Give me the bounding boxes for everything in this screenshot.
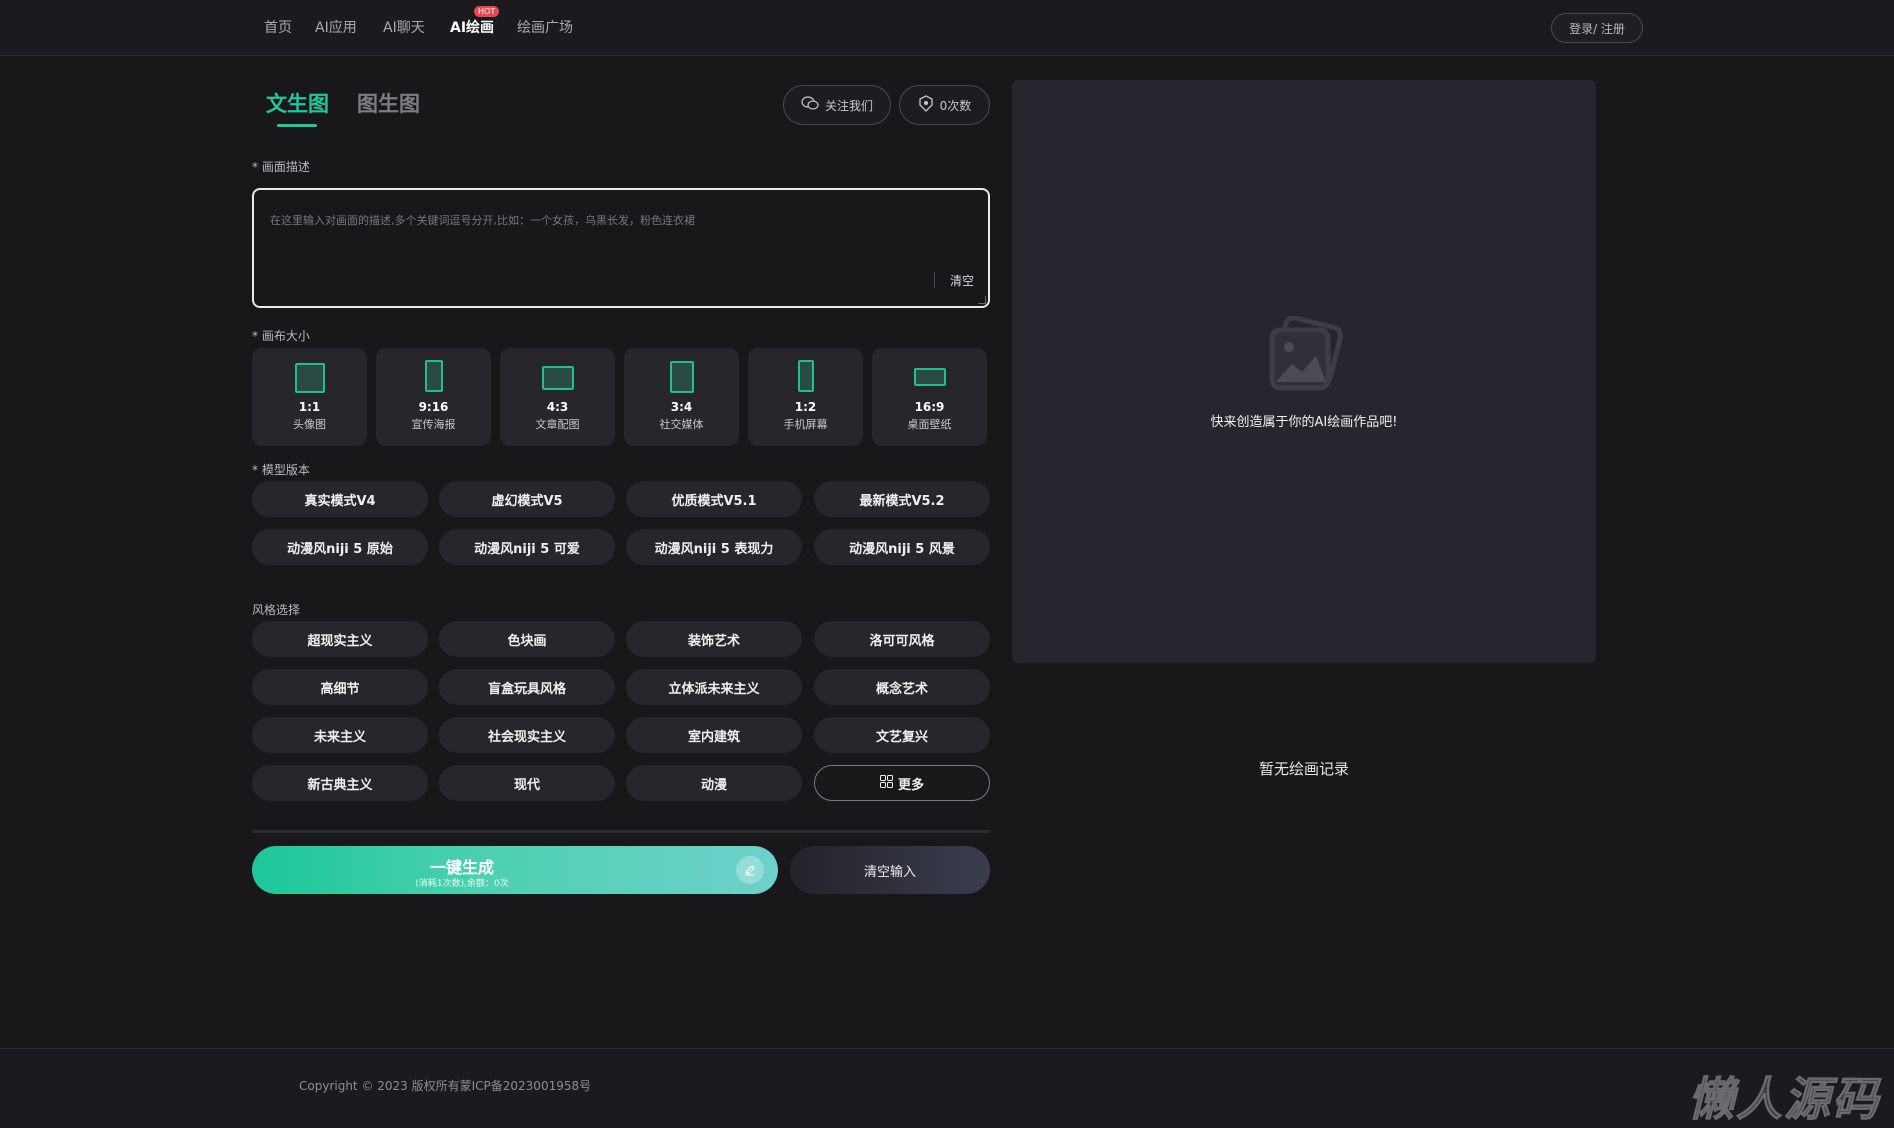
model-version-label: * 模型版本 — [252, 463, 310, 477]
clear-prompt-button[interactable]: 清空 — [950, 272, 974, 289]
grid-icon — [879, 774, 893, 792]
size-name: 手机屏幕 — [783, 418, 828, 431]
watermark-logo: 懒人源码 — [1688, 1072, 1880, 1127]
size-name: 桌面壁纸 — [907, 418, 952, 431]
size-ratio: 9:16 — [418, 400, 449, 414]
model-option[interactable]: 优质模式V5.1 — [626, 481, 802, 517]
size-ratio: 16:9 — [914, 400, 945, 414]
size-ratio: 3:4 — [670, 400, 693, 414]
no-record-text: 暂无绘画记录 — [1258, 760, 1349, 778]
canvas-size-label: * 画布大小 — [252, 329, 310, 343]
style-option[interactable]: 室内建筑 — [626, 717, 802, 753]
section-divider — [252, 830, 990, 833]
style-option[interactable]: 高细节 — [252, 669, 428, 705]
follow-us-button[interactable]: 关注我们 — [783, 85, 891, 125]
style-option[interactable]: 立体派未来主义 — [626, 669, 802, 705]
style-option[interactable]: 色块画 — [439, 621, 615, 657]
style-option[interactable]: 装饰艺术 — [626, 621, 802, 657]
copyright-text: Copyright © 2023 版权所有蒙ICP备2023001958号 — [299, 1079, 592, 1093]
nav-ai-apps[interactable]: AI应用 — [315, 17, 357, 37]
credits-button[interactable]: 0次数 — [899, 85, 990, 125]
credits-label: 0次数 — [939, 98, 972, 113]
size-name: 社交媒体 — [659, 418, 704, 431]
size-card-4-3[interactable]: 4:3 文章配图 — [500, 348, 615, 446]
tab-text-to-image[interactable]: 文生图 — [266, 88, 329, 118]
model-option[interactable]: 动漫风niji 5 风景 — [814, 529, 990, 565]
size-card-1-1[interactable]: 1:1 头像图 — [252, 348, 367, 446]
style-option[interactable]: 现代 — [439, 765, 615, 801]
size-card-9-16[interactable]: 9:16 宣传海报 — [376, 348, 491, 446]
model-option[interactable]: 真实模式V4 — [252, 481, 428, 517]
tab-image-to-image[interactable]: 图生图 — [357, 88, 420, 118]
style-option[interactable]: 文艺复兴 — [814, 717, 990, 753]
nav-ai-chat[interactable]: AI聊天 — [383, 17, 425, 37]
tall-ratio-icon — [798, 360, 814, 392]
resize-handle[interactable] — [978, 296, 986, 304]
clear-input-button[interactable]: 清空输入 — [790, 846, 990, 894]
generate-button[interactable]: 一键生成 (消耗1次数),余额：0次 — [252, 846, 778, 894]
preview-empty-text: 快来创造属于你的AI绘画作品吧! — [1210, 415, 1398, 430]
style-option[interactable]: 动漫 — [626, 765, 802, 801]
pen-icon — [736, 856, 764, 884]
generate-cost-text: (消耗1次数),余额：0次 — [415, 879, 509, 889]
more-label: 更多 — [897, 777, 924, 793]
follow-us-label: 关注我们 — [824, 98, 873, 113]
size-ratio: 1:1 — [298, 400, 321, 414]
style-option[interactable]: 洛可可风格 — [814, 621, 990, 657]
prompt-placeholder: 在这里输入对画面的描述,多个关键词逗号分开,比如：一个女孩，乌黑长发，粉色连衣裙 — [270, 214, 695, 227]
prompt-label: * 画面描述 — [252, 160, 310, 174]
size-card-3-4[interactable]: 3:4 社交媒体 — [624, 348, 739, 446]
top-nav: 首页 AI应用 AI聊天 AI绘画 HOT 绘画广场 登录/ 注册 — [0, 0, 1894, 56]
size-ratio: 1:2 — [794, 400, 817, 414]
wide-ratio-icon — [914, 368, 946, 386]
model-option[interactable]: 动漫风niji 5 表现力 — [626, 529, 802, 565]
clear-divider — [934, 272, 935, 288]
nav-ai-drawing[interactable]: AI绘画 — [450, 17, 494, 37]
image-placeholder-icon — [1260, 315, 1356, 400]
size-card-16-9[interactable]: 16:9 桌面壁纸 — [872, 348, 987, 446]
size-ratio: 4:3 — [546, 400, 569, 414]
footer — [0, 1048, 1894, 1128]
size-card-1-2[interactable]: 1:2 手机屏幕 — [748, 348, 863, 446]
nav-drawing-square[interactable]: 绘画广场 — [517, 17, 573, 37]
style-option[interactable]: 概念艺术 — [814, 669, 990, 705]
style-option[interactable]: 未来主义 — [252, 717, 428, 753]
prompt-textarea[interactable]: 在这里输入对画面的描述,多个关键词逗号分开,比如：一个女孩，乌黑长发，粉色连衣裙… — [252, 188, 990, 308]
landscape-ratio-icon — [542, 366, 574, 390]
size-name: 文章配图 — [535, 418, 580, 431]
wechat-icon — [801, 96, 819, 114]
size-name: 宣传海报 — [411, 418, 456, 431]
style-label: 风格选择 — [252, 603, 301, 617]
more-styles-button[interactable]: 更多 — [814, 765, 990, 801]
style-option[interactable]: 社会现实主义 — [439, 717, 615, 753]
portrait-ratio-icon — [670, 361, 694, 393]
model-option[interactable]: 动漫风niji 5 可爱 — [439, 529, 615, 565]
generate-title: 一键生成 — [429, 858, 494, 877]
login-register-button[interactable]: 登录/ 注册 — [1551, 13, 1643, 43]
size-name: 头像图 — [293, 418, 326, 431]
model-option[interactable]: 最新模式V5.2 — [814, 481, 990, 517]
shield-icon — [918, 95, 934, 115]
portrait-ratio-icon — [425, 360, 443, 392]
model-option[interactable]: 虚幻模式V5 — [439, 481, 615, 517]
nav-home[interactable]: 首页 — [264, 17, 292, 37]
style-option[interactable]: 新古典主义 — [252, 765, 428, 801]
style-option[interactable]: 盲盒玩具风格 — [439, 669, 615, 705]
model-option[interactable]: 动漫风niji 5 原始 — [252, 529, 428, 565]
square-ratio-icon — [295, 363, 325, 393]
style-option[interactable]: 超现实主义 — [252, 621, 428, 657]
preview-panel: 快来创造属于你的AI绘画作品吧! — [1012, 80, 1596, 663]
tab-active-indicator — [277, 124, 317, 127]
hot-badge: HOT — [474, 6, 500, 17]
